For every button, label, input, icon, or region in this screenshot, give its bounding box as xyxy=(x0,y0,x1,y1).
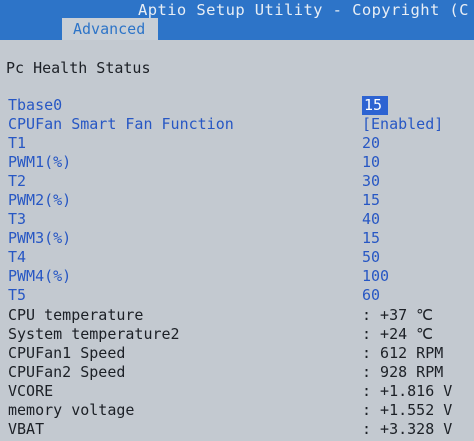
title-bar: Aptio Setup Utility - Copyright (C Advan… xyxy=(0,0,474,40)
setting-label: T4 xyxy=(8,248,27,266)
reading-value: : +1.816 V xyxy=(362,382,453,400)
setting-value[interactable]: 40 xyxy=(362,210,380,229)
setting-value[interactable]: 15 xyxy=(362,229,380,248)
reading-row-cpufan2-speed: CPUFan2 Speed : 928 RPM xyxy=(0,363,474,382)
setting-value[interactable]: 10 xyxy=(362,153,380,172)
setting-label: T1 xyxy=(8,134,27,152)
setting-value[interactable]: 60 xyxy=(362,286,380,305)
utility-title: Aptio Setup Utility - Copyright (C xyxy=(138,1,469,19)
setting-value[interactable]: [Enabled] xyxy=(362,115,443,134)
reading-label: CPU temperature xyxy=(8,306,144,324)
reading-value: : +24 ℃ xyxy=(362,325,434,343)
setting-value[interactable]: 20 xyxy=(362,134,380,153)
reading-label: CPUFan2 Speed xyxy=(8,363,126,381)
setting-label: T2 xyxy=(8,172,27,190)
reading-label: System temperature2 xyxy=(8,325,180,343)
reading-value: : +37 ℃ xyxy=(362,306,434,324)
setting-value-selected[interactable]: 15 xyxy=(362,96,389,115)
setting-value[interactable]: 100 xyxy=(362,267,389,286)
reading-value: : 612 RPM xyxy=(362,344,444,362)
setting-row-cpufan-smart-fan-function[interactable]: CPUFan Smart Fan Function [Enabled] xyxy=(0,115,474,134)
reading-label: memory voltage xyxy=(8,401,135,419)
reading-label: CPUFan1 Speed xyxy=(8,344,126,362)
content-panel: Pc Health Status Tbase0 15 CPUFan Smart … xyxy=(0,40,474,441)
reading-value: : +3.328 V xyxy=(362,420,453,438)
setting-row-pwm2[interactable]: PWM2(%) 15 xyxy=(0,191,474,210)
setting-label: PWM1(%) xyxy=(8,153,72,171)
setting-row-pwm1[interactable]: PWM1(%) 10 xyxy=(0,153,474,172)
setting-value[interactable]: 30 xyxy=(362,172,380,191)
reading-label: VBAT xyxy=(8,420,45,438)
setting-label: Tbase0 xyxy=(8,96,63,114)
reading-row-system-temperature2: System temperature2 : +24 ℃ xyxy=(0,325,474,344)
reading-row-vbat: VBAT : +3.328 V xyxy=(0,420,474,439)
setting-label: PWM2(%) xyxy=(8,191,72,209)
reading-row-cpu-temperature: CPU temperature : +37 ℃ xyxy=(0,306,474,325)
tab-advanced[interactable]: Advanced xyxy=(62,18,158,40)
setting-label: T5 xyxy=(8,286,27,304)
setting-row-pwm3[interactable]: PWM3(%) 15 xyxy=(0,229,474,248)
bios-screen: Aptio Setup Utility - Copyright (C Advan… xyxy=(0,0,474,441)
reading-row-vcore: VCORE : +1.816 V xyxy=(0,382,474,401)
setting-value[interactable]: 50 xyxy=(362,248,380,267)
setting-value[interactable]: 15 xyxy=(362,191,380,210)
setting-row-tbase0[interactable]: Tbase0 15 xyxy=(0,96,474,115)
setting-row-t5[interactable]: T5 60 xyxy=(0,286,474,305)
setting-row-t1[interactable]: T1 20 xyxy=(0,134,474,153)
setting-label: PWM4(%) xyxy=(8,267,72,285)
section-title: Pc Health Status xyxy=(6,59,151,77)
setting-row-t3[interactable]: T3 40 xyxy=(0,210,474,229)
setting-label: T3 xyxy=(8,210,27,228)
reading-row-memory-voltage: memory voltage : +1.552 V xyxy=(0,401,474,420)
setting-row-t4[interactable]: T4 50 xyxy=(0,248,474,267)
reading-row-cpufan1-speed: CPUFan1 Speed : 612 RPM xyxy=(0,344,474,363)
reading-value: : +1.552 V xyxy=(362,401,453,419)
setting-row-t2[interactable]: T2 30 xyxy=(0,172,474,191)
setting-row-pwm4[interactable]: PWM4(%) 100 xyxy=(0,267,474,286)
reading-label: VCORE xyxy=(8,382,54,400)
setting-label: CPUFan Smart Fan Function xyxy=(8,115,234,133)
reading-value: : 928 RPM xyxy=(362,363,444,381)
setting-label: PWM3(%) xyxy=(8,229,72,247)
